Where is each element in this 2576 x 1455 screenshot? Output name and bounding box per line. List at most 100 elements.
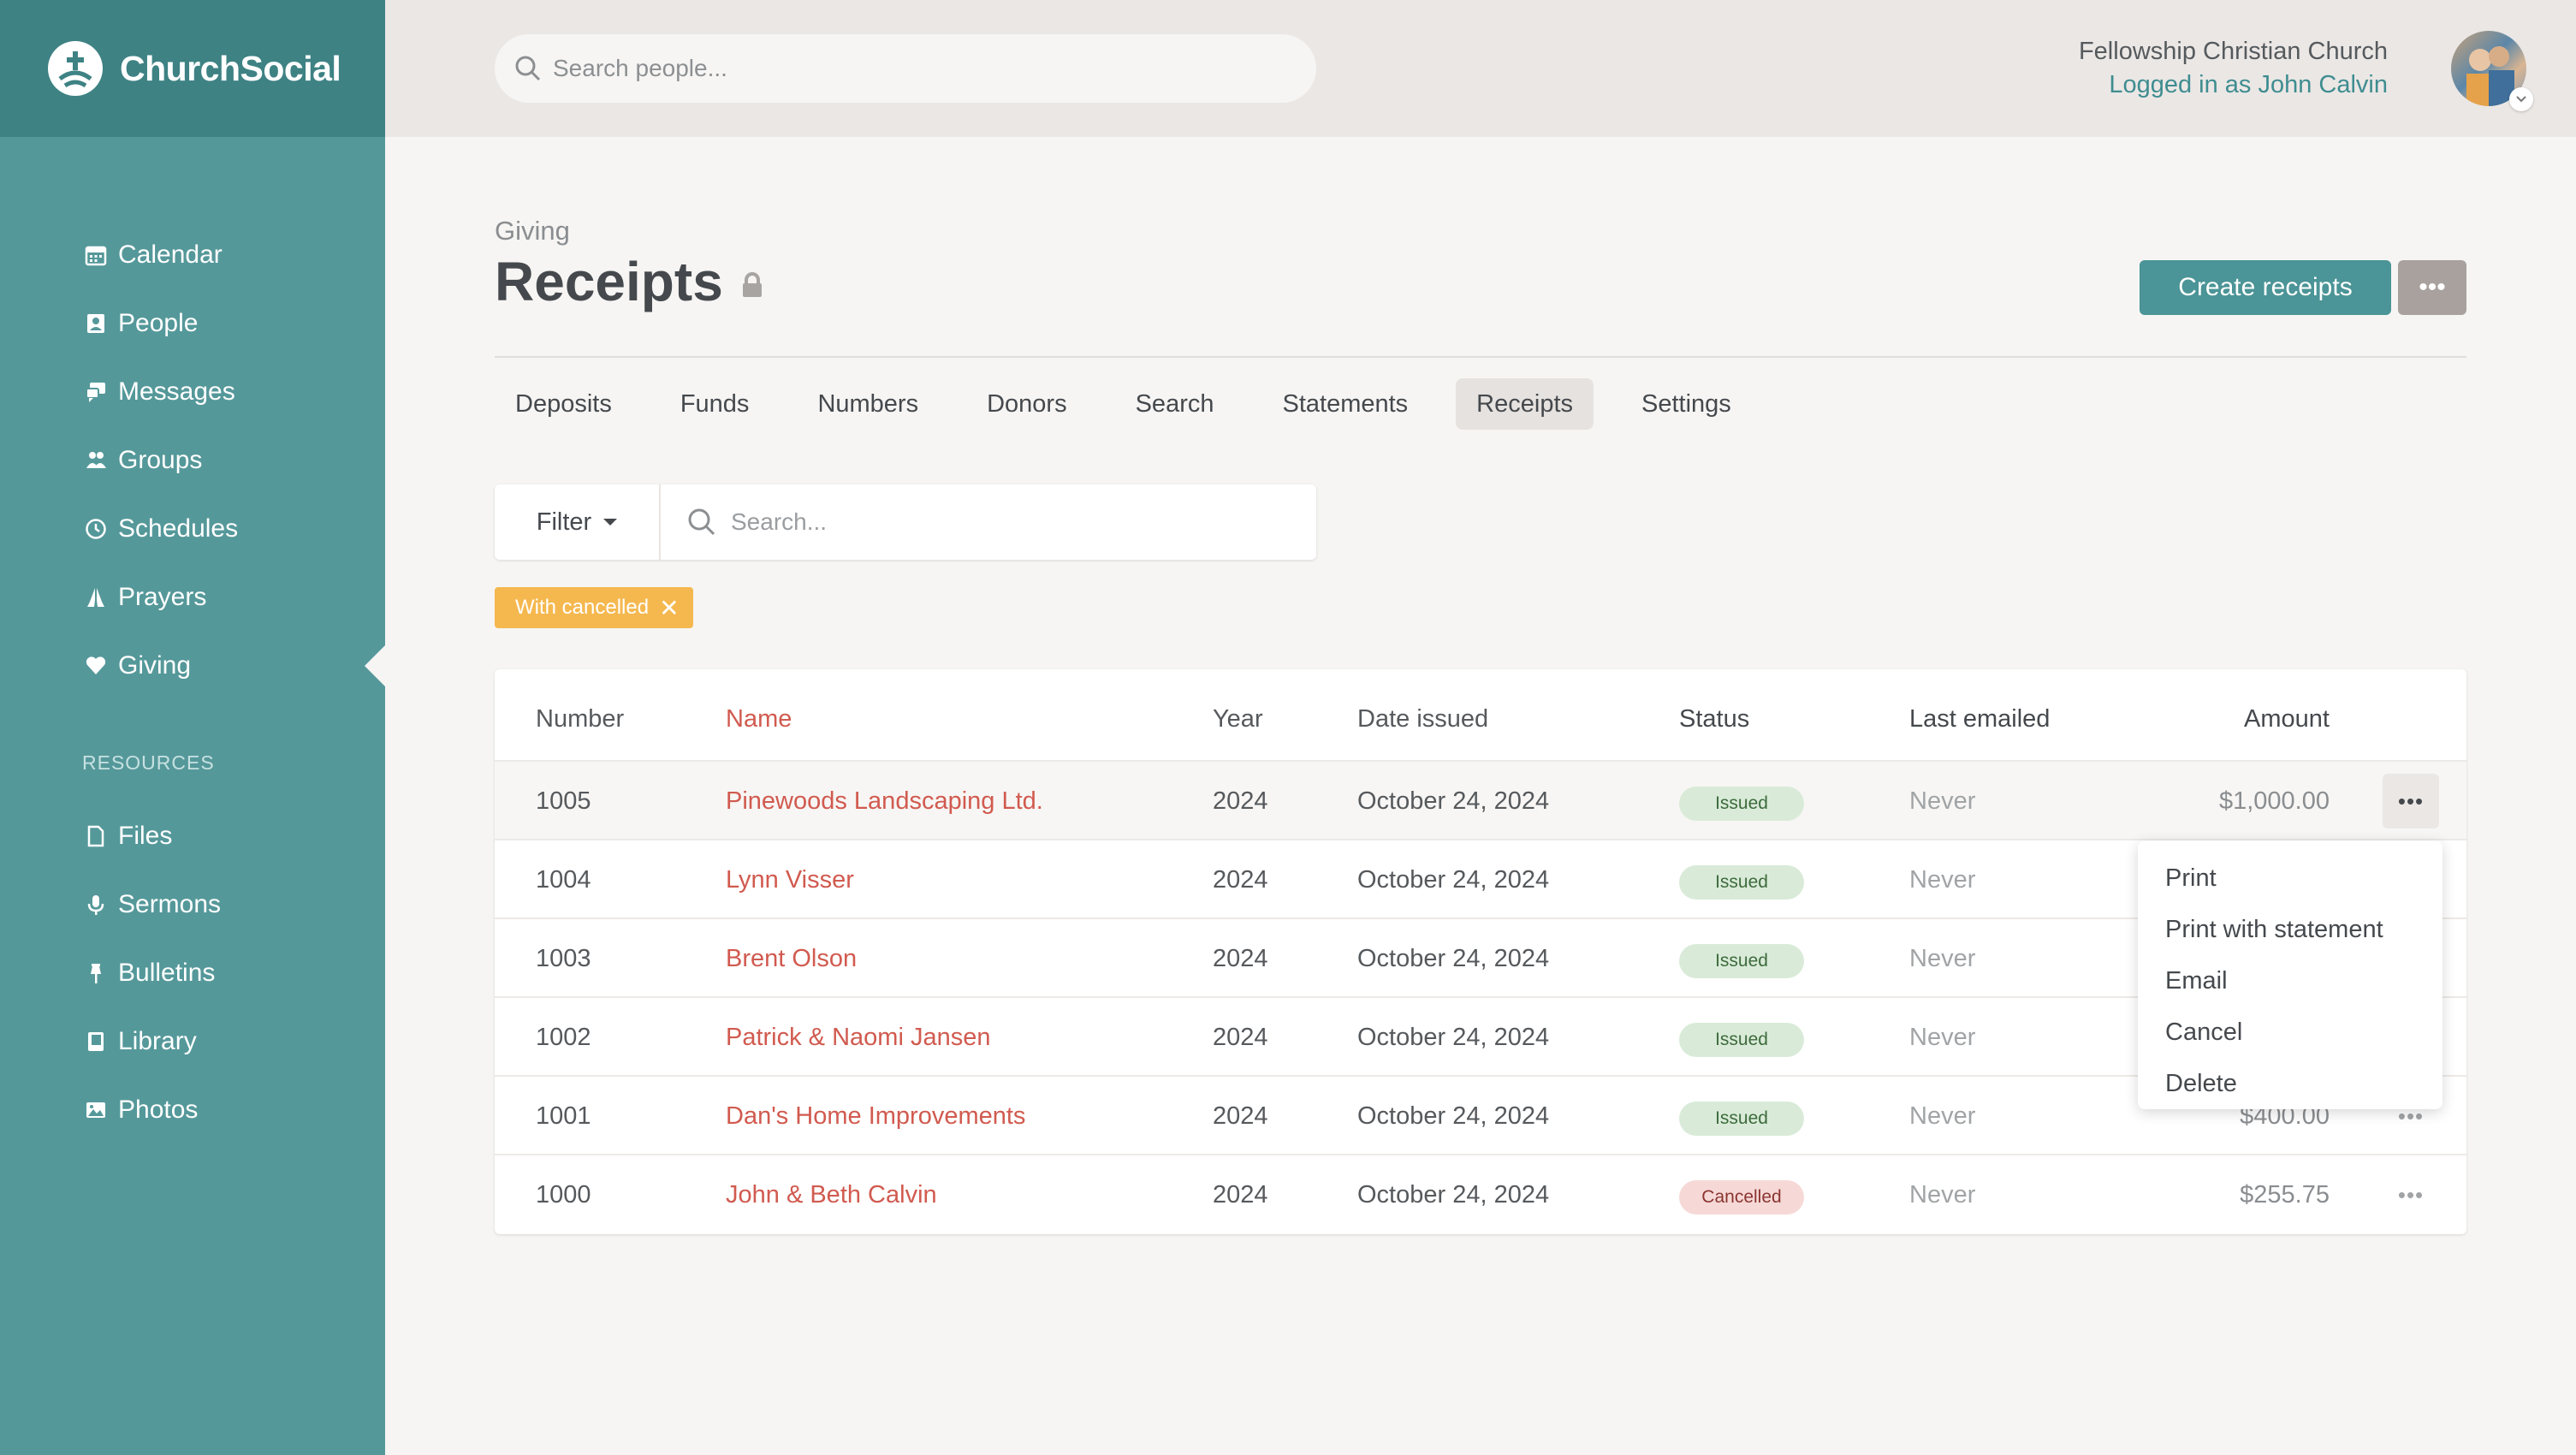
header-divider bbox=[495, 356, 2466, 358]
sidebar-item-sermons[interactable]: Sermons bbox=[0, 870, 385, 939]
row-menu-button[interactable]: ••• bbox=[2383, 774, 2439, 828]
tab-settings[interactable]: Settings bbox=[1621, 378, 1752, 430]
resources-label: RESOURCES bbox=[82, 751, 215, 774]
col-name[interactable]: Name bbox=[726, 705, 792, 733]
sidebar-item-label: Schedules bbox=[118, 514, 239, 543]
col-year[interactable]: Year bbox=[1213, 705, 1263, 733]
menu-item-print-with-statement[interactable]: Print with statement bbox=[2138, 904, 2442, 955]
col-date-issued[interactable]: Date issued bbox=[1357, 705, 1488, 733]
tab-statements[interactable]: Statements bbox=[1261, 378, 1428, 430]
sidebar-item-giving[interactable]: Giving bbox=[0, 632, 385, 700]
receipt-number: 1005 bbox=[536, 787, 591, 815]
menu-item-cancel[interactable]: Cancel bbox=[2138, 1007, 2442, 1058]
sidebar-item-label: Photos bbox=[118, 1096, 199, 1124]
heart-icon bbox=[82, 652, 110, 680]
sidebar-item-label: Groups bbox=[118, 446, 203, 474]
search-icon bbox=[515, 56, 541, 81]
more-actions-button[interactable]: ••• bbox=[2398, 260, 2466, 315]
menu-item-email[interactable]: Email bbox=[2138, 955, 2442, 1007]
receipt-search[interactable] bbox=[661, 484, 1316, 560]
sidebar-item-label: People bbox=[118, 309, 199, 337]
search-icon bbox=[688, 508, 715, 536]
receipt-search-input[interactable] bbox=[729, 508, 1243, 537]
breadcrumb[interactable]: Giving bbox=[495, 216, 570, 246]
menu-item-print[interactable]: Print bbox=[2138, 852, 2442, 904]
sidebar-item-label: Calendar bbox=[118, 241, 223, 269]
create-receipts-button[interactable]: Create receipts bbox=[2140, 260, 2391, 315]
caret-down-icon bbox=[603, 519, 618, 526]
messages-icon bbox=[82, 378, 110, 406]
menu-item-delete[interactable]: Delete bbox=[2138, 1058, 2442, 1109]
col-last-emailed[interactable]: Last emailed bbox=[1909, 705, 2050, 733]
sidebar-item-messages[interactable]: Messages bbox=[0, 358, 385, 426]
page-title-wrap: Receipts bbox=[495, 250, 764, 313]
donor-name-link[interactable]: Pinewoods Landscaping Ltd. bbox=[726, 787, 1043, 816]
sidebar-item-bulletins[interactable]: Bulletins bbox=[0, 939, 385, 1007]
table-row[interactable]: 1000 John & Beth Calvin 2024 October 24, 20… bbox=[495, 1155, 2466, 1234]
sidebar-item-groups[interactable]: Groups bbox=[0, 426, 385, 495]
table-row[interactable]: 1005 Pinewoods Landscaping Ltd. 2024 Octobe… bbox=[495, 762, 2466, 840]
receipt-year: 2024 bbox=[1213, 945, 1268, 972]
donor-name-link[interactable]: Brent Olson bbox=[726, 945, 857, 973]
status-cell: Issued bbox=[1679, 944, 1804, 978]
tab-donors[interactable]: Donors bbox=[966, 378, 1088, 430]
people-search[interactable] bbox=[495, 34, 1316, 103]
sidebar-item-people[interactable]: People bbox=[0, 289, 385, 358]
giving-tabs: Deposits Funds Numbers Donors Search Statemen… bbox=[495, 378, 1779, 430]
close-icon[interactable]: ✕ bbox=[659, 594, 679, 622]
status-badge: Issued bbox=[1679, 944, 1804, 978]
lock-icon bbox=[742, 272, 762, 297]
sidebar-item-label: Messages bbox=[118, 377, 235, 406]
sidebar: ChurchSocial Calendar People Messages Group… bbox=[0, 0, 385, 1455]
tab-search[interactable]: Search bbox=[1115, 378, 1235, 430]
date-issued: October 24, 2024 bbox=[1357, 1024, 1550, 1051]
chevron-down-icon[interactable] bbox=[2509, 87, 2533, 111]
receipt-year: 2024 bbox=[1213, 1102, 1268, 1130]
col-amount[interactable]: Amount bbox=[2244, 705, 2330, 733]
tab-receipts[interactable]: Receipts bbox=[1456, 378, 1594, 430]
status-badge: Cancelled bbox=[1679, 1180, 1804, 1214]
sidebar-item-label: Giving bbox=[118, 651, 192, 680]
col-number[interactable]: Number bbox=[536, 705, 624, 733]
church-name: Fellowship Christian Church bbox=[2078, 38, 2388, 65]
donor-name-link[interactable]: John & Beth Calvin bbox=[726, 1181, 937, 1209]
filter-button[interactable]: Filter bbox=[495, 484, 661, 560]
pin-icon bbox=[82, 959, 110, 987]
tab-deposits[interactable]: Deposits bbox=[495, 378, 632, 430]
image-icon bbox=[82, 1096, 110, 1124]
row-menu-button[interactable]: ••• bbox=[2383, 1167, 2439, 1222]
sidebar-item-library[interactable]: Library bbox=[0, 1007, 385, 1076]
sidebar-item-photos[interactable]: Photos bbox=[0, 1076, 385, 1144]
receipt-year: 2024 bbox=[1213, 1181, 1268, 1209]
clock-icon bbox=[82, 515, 110, 543]
sidebar-item-label: Library bbox=[118, 1027, 197, 1055]
receipt-year: 2024 bbox=[1213, 866, 1268, 894]
sidebar-item-label: Prayers bbox=[118, 583, 207, 611]
status-badge: Issued bbox=[1679, 1102, 1804, 1136]
tab-numbers[interactable]: Numbers bbox=[797, 378, 939, 430]
donor-name-link[interactable]: Dan's Home Improvements bbox=[726, 1102, 1025, 1131]
sidebar-item-files[interactable]: Files bbox=[0, 802, 385, 870]
col-status[interactable]: Status bbox=[1679, 705, 1749, 733]
last-emailed: Never bbox=[1909, 1024, 1976, 1051]
sidebar-item-prayers[interactable]: Prayers bbox=[0, 563, 385, 632]
account-info: Fellowship Christian Church Logged in as… bbox=[2079, 38, 2388, 99]
people-search-input[interactable] bbox=[551, 54, 1304, 83]
main-nav: Calendar People Messages Groups Schedules Pra… bbox=[0, 221, 385, 700]
logo-bar[interactable]: ChurchSocial bbox=[0, 0, 385, 137]
receipt-number: 1003 bbox=[536, 945, 591, 972]
date-issued: October 24, 2024 bbox=[1357, 787, 1550, 815]
people-icon bbox=[82, 310, 110, 337]
receipt-amount: $255.75 bbox=[2240, 1181, 2330, 1209]
sidebar-item-schedules[interactable]: Schedules bbox=[0, 495, 385, 563]
top-bar: Fellowship Christian Church Logged in as… bbox=[385, 0, 2576, 137]
sidebar-item-calendar[interactable]: Calendar bbox=[0, 221, 385, 289]
receipt-number: 1000 bbox=[536, 1181, 591, 1209]
logged-in-user[interactable]: Logged in as John Calvin bbox=[2079, 71, 2388, 99]
donor-name-link[interactable]: Patrick & Naomi Jansen bbox=[726, 1024, 990, 1052]
chip-label: With cancelled bbox=[515, 596, 650, 619]
donor-name-link[interactable]: Lynn Visser bbox=[726, 866, 854, 894]
receipt-amount: $1,000.00 bbox=[2218, 787, 2330, 815]
tab-funds[interactable]: Funds bbox=[660, 378, 770, 430]
filter-bar: Filter bbox=[495, 484, 1316, 560]
